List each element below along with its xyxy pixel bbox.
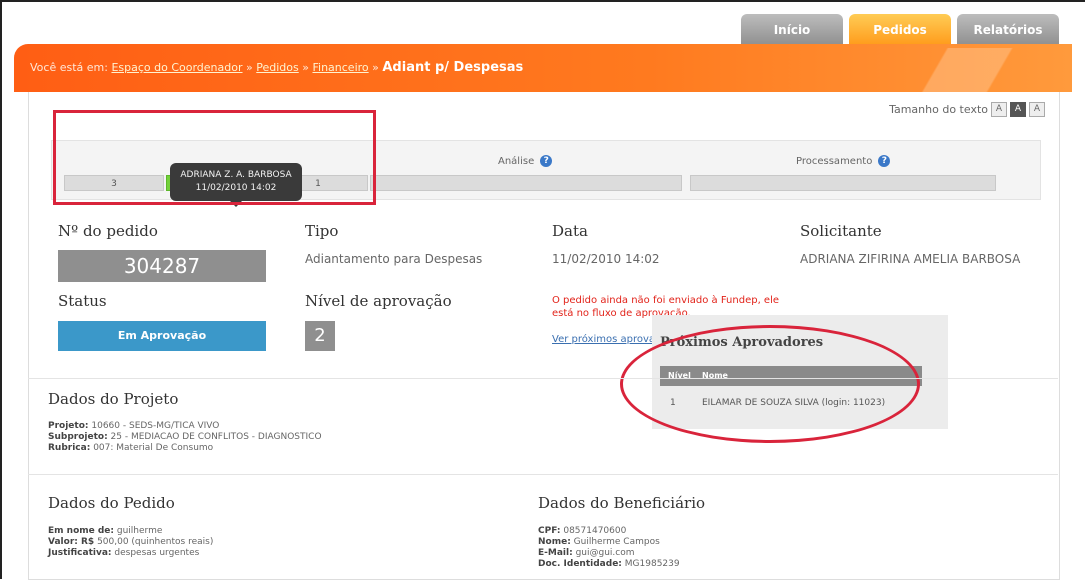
requester-value: ADRIANA ZIFIRINA AMELIA BARBOSA: [800, 252, 1021, 266]
project-row: Projeto: 10660 - SEDS-MG/TICA VIVO: [48, 421, 220, 431]
stage-processamento: Processamento?: [796, 155, 891, 167]
text-size-large-button[interactable]: A: [1029, 102, 1045, 117]
breadcrumb-link-espaco[interactable]: Espaço do Coordenador: [111, 61, 242, 74]
text-size-small-button[interactable]: A: [991, 102, 1007, 117]
help-icon[interactable]: ?: [878, 155, 891, 167]
highlight-ellipse: [620, 325, 920, 443]
tab-relatorios[interactable]: Relatórios: [957, 14, 1059, 46]
order-number-label: Nº do pedido: [58, 222, 158, 240]
request-info: Em nome de: guilherme Valor: R$ 500,00 (…: [48, 526, 213, 559]
tab-pedidos[interactable]: Pedidos: [849, 14, 951, 46]
request-title: Dados do Pedido: [48, 494, 175, 512]
main-nav: Início Pedidos Relatórios: [741, 14, 1059, 46]
type-value: Adiantamento para Despesas: [305, 252, 483, 266]
rubric-row: Rubrica: 007: Material De Consumo: [48, 443, 214, 453]
text-size-label: Tamanho do texto: [889, 103, 988, 116]
highlight-box: [53, 110, 376, 205]
type-label: Tipo: [305, 222, 339, 240]
subproject-row: Subprojeto: 25 - MEDIACAO DE CONFLITOS -…: [48, 432, 322, 442]
beneficiary-title: Dados do Beneficiário: [538, 494, 706, 512]
status-badge: Em Aprovação: [58, 321, 266, 351]
divider: [28, 378, 1058, 379]
text-size-control: Tamanho do texto A A A: [889, 102, 1045, 117]
tab-inicio[interactable]: Início: [741, 14, 843, 46]
breadcrumb-link-financeiro[interactable]: Financeiro: [312, 61, 368, 74]
level-badge: 2: [305, 321, 335, 351]
beneficiary-info: CPF: 08571470600 Nome: Guilherme Campos …: [538, 526, 680, 570]
text-size-medium-button[interactable]: A: [1010, 102, 1026, 117]
breadcrumb-prefix: Você está em:: [30, 61, 108, 74]
justification-row: Justificativa: despesas urgentes: [48, 548, 200, 558]
beneficiary-name-row: Nome: Guilherme Campos: [538, 537, 660, 547]
project-title: Dados do Projeto: [48, 390, 179, 408]
stage-processamento-label: Processamento: [796, 156, 873, 167]
value-row: Valor: R$ 500,00 (quinhentos reais): [48, 537, 214, 547]
stage-analise: Análise?: [498, 155, 553, 167]
requester-label: Solicitante: [800, 222, 882, 240]
breadcrumb: Você está em: Espaço do Coordenador » Pe…: [30, 60, 524, 75]
flow-stage-analise-bar: [370, 175, 682, 191]
name-row: Em nome de: guilherme: [48, 526, 163, 536]
divider: [28, 474, 1058, 475]
status-label: Status: [58, 292, 107, 310]
identity-row: Doc. Identidade: MG1985239: [538, 559, 680, 569]
stage-analise-label: Análise: [498, 156, 535, 167]
level-label: Nível de aprovação: [305, 292, 452, 310]
order-number: 304287: [58, 250, 266, 282]
breadcrumb-current: Adiant p/ Despesas: [382, 60, 524, 75]
help-icon[interactable]: ?: [540, 155, 553, 167]
date-value: 11/02/2010 14:02: [552, 252, 660, 266]
project-info: Projeto: 10660 - SEDS-MG/TICA VIVO Subpr…: [48, 421, 322, 454]
email-row: E-Mail: gui@gui.com: [538, 548, 635, 558]
breadcrumb-link-pedidos[interactable]: Pedidos: [256, 61, 299, 74]
header-decoration: [882, 48, 1072, 92]
cpf-row: CPF: 08571470600: [538, 526, 627, 536]
date-label: Data: [552, 222, 588, 240]
flow-stage-processamento-bar: [690, 175, 996, 191]
